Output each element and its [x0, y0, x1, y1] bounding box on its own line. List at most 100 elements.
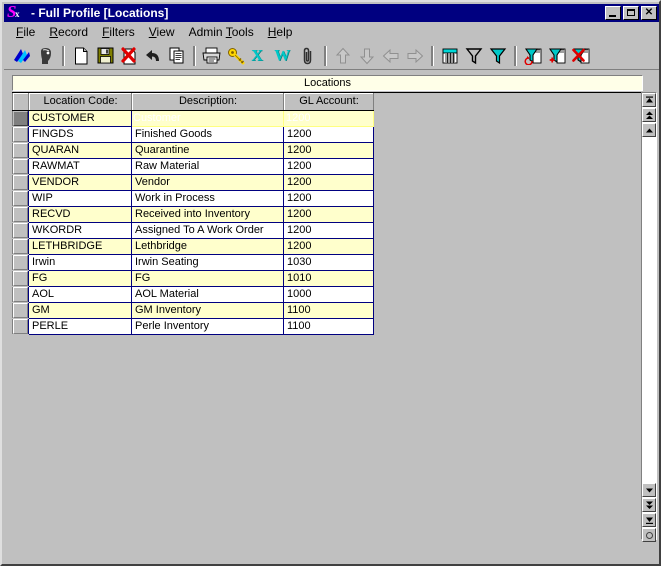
move-right-icon[interactable]	[403, 44, 427, 68]
table-row[interactable]: FINGDS Finished Goods 1200	[12, 126, 374, 143]
cell-desc[interactable]: Irwin Seating	[131, 254, 284, 271]
table-row[interactable]: PERLE Perle Inventory 1100	[12, 318, 374, 335]
row-selector[interactable]	[12, 286, 29, 303]
table-row[interactable]: FG FG 1010	[12, 270, 374, 287]
cell-desc[interactable]: Work in Process	[131, 190, 284, 207]
move-left-icon[interactable]	[379, 44, 403, 68]
cell-gl[interactable]: 1000	[283, 286, 374, 303]
move-up-icon[interactable]	[331, 44, 355, 68]
cell-gl[interactable]: 1200	[283, 126, 374, 143]
row-selector[interactable]	[12, 222, 29, 239]
menu-item-filters[interactable]: Filters	[95, 24, 142, 41]
cell-code[interactable]: RECVD	[28, 206, 132, 223]
scroll-marker-button[interactable]	[642, 528, 656, 542]
new-document-icon[interactable]	[69, 44, 93, 68]
user-head-icon[interactable]	[34, 44, 58, 68]
cell-code[interactable]: VENDOR	[28, 174, 132, 191]
cell-code[interactable]: WKORDR	[28, 222, 132, 239]
menu-item-file[interactable]: File	[9, 24, 42, 41]
table-row[interactable]: GM GM Inventory 1100	[12, 302, 374, 319]
filter-outline-icon[interactable]	[462, 44, 486, 68]
cell-desc[interactable]: Quarantine	[131, 142, 284, 159]
cell-code[interactable]: Irwin	[28, 254, 132, 271]
cell-code[interactable]: GM	[28, 302, 132, 319]
save-disk-icon[interactable]	[93, 44, 117, 68]
key-icon[interactable]	[224, 44, 248, 68]
delete-record-icon[interactable]	[117, 44, 141, 68]
table-row[interactable]: QUARAN Quarantine 1200	[12, 142, 374, 159]
table-row[interactable]: LETHBRIDGE Lethbridge 1200	[12, 238, 374, 255]
cell-code[interactable]: QUARAN	[28, 142, 132, 159]
cell-desc[interactable]: Raw Material	[131, 158, 284, 175]
column-header-gl-account[interactable]: GL Account:	[283, 93, 374, 111]
grid-filter-icon[interactable]	[438, 44, 462, 68]
cell-gl[interactable]: 1100	[283, 302, 374, 319]
cell-desc[interactable]: Perle Inventory	[131, 318, 284, 335]
row-selector[interactable]	[12, 142, 29, 159]
app-logo-icon[interactable]: Sx	[7, 3, 23, 21]
menu-item-help[interactable]: Help	[261, 24, 300, 41]
close-button[interactable]: ✕	[641, 6, 657, 20]
word-export-icon[interactable]: W W	[272, 44, 296, 68]
undo-arrow-icon[interactable]	[141, 44, 165, 68]
menu-item-record[interactable]: Record	[42, 24, 95, 41]
cell-code[interactable]: CUSTOMER	[28, 110, 132, 127]
cell-desc[interactable]: GM Inventory	[131, 302, 284, 319]
minimize-button[interactable]	[605, 6, 621, 20]
table-row[interactable]: CUSTOMER Customer 1200	[12, 109, 374, 127]
table-row[interactable]: RAWMAT Raw Material 1200	[12, 158, 374, 175]
filter-add-icon[interactable]	[545, 44, 569, 68]
cell-desc[interactable]: Lethbridge	[131, 238, 284, 255]
copy-icon[interactable]	[165, 44, 189, 68]
cell-code[interactable]: PERLE	[28, 318, 132, 335]
cell-gl[interactable]: 1200	[283, 174, 374, 191]
row-selector[interactable]	[12, 254, 29, 271]
cell-gl[interactable]: 1200	[283, 190, 374, 207]
cell-desc[interactable]: Customer	[131, 109, 284, 127]
cell-desc[interactable]: Received into Inventory	[131, 206, 284, 223]
move-down-icon[interactable]	[355, 44, 379, 68]
cell-gl[interactable]: 1200	[283, 238, 374, 255]
cell-desc[interactable]: Assigned To A Work Order	[131, 222, 284, 239]
table-row[interactable]: AOL AOL Material 1000	[12, 286, 374, 303]
table-row[interactable]: RECVD Received into Inventory 1200	[12, 206, 374, 223]
cell-gl[interactable]: 1200	[283, 109, 374, 127]
table-row[interactable]: WIP Work in Process 1200	[12, 190, 374, 207]
scroll-bottom-button[interactable]	[642, 513, 656, 527]
row-selector[interactable]	[12, 238, 29, 255]
record-navigator[interactable]	[641, 92, 657, 542]
row-selector[interactable]	[12, 174, 29, 191]
cell-code[interactable]: FG	[28, 270, 132, 287]
menu-item-view[interactable]: View	[142, 24, 182, 41]
excel-export-icon[interactable]: X X	[248, 44, 272, 68]
cell-code[interactable]: RAWMAT	[28, 158, 132, 175]
cell-desc[interactable]: AOL Material	[131, 286, 284, 303]
row-selector[interactable]	[12, 270, 29, 287]
cell-gl[interactable]: 1010	[283, 270, 374, 287]
maximize-button[interactable]	[623, 6, 639, 20]
cell-code[interactable]: WIP	[28, 190, 132, 207]
filter-refresh-icon[interactable]	[521, 44, 545, 68]
table-row[interactable]: VENDOR Vendor 1200	[12, 174, 374, 191]
cell-gl[interactable]: 1200	[283, 206, 374, 223]
column-header-description[interactable]: Description:	[131, 93, 284, 111]
cell-code[interactable]: FINGDS	[28, 126, 132, 143]
cell-desc[interactable]: FG	[131, 270, 284, 287]
scroll-top-button[interactable]	[642, 93, 656, 107]
row-selector[interactable]	[12, 302, 29, 319]
attachment-clip-icon[interactable]	[296, 44, 320, 68]
table-row[interactable]: Irwin Irwin Seating 1030	[12, 254, 374, 271]
select-all-corner[interactable]	[12, 93, 29, 111]
cell-code[interactable]: LETHBRIDGE	[28, 238, 132, 255]
cell-gl[interactable]: 1030	[283, 254, 374, 271]
table-row[interactable]: WKORDR Assigned To A Work Order 1200	[12, 222, 374, 239]
cell-gl[interactable]: 1200	[283, 222, 374, 239]
scroll-line-up-button[interactable]	[642, 123, 656, 137]
row-selector[interactable]	[12, 126, 29, 143]
filter-remove-icon[interactable]	[569, 44, 593, 68]
logo-icon[interactable]	[10, 44, 34, 68]
column-header-code[interactable]: Location Code:	[28, 93, 132, 111]
row-selector[interactable]	[12, 158, 29, 175]
row-selector[interactable]	[12, 318, 29, 335]
cell-gl[interactable]: 1100	[283, 318, 374, 335]
